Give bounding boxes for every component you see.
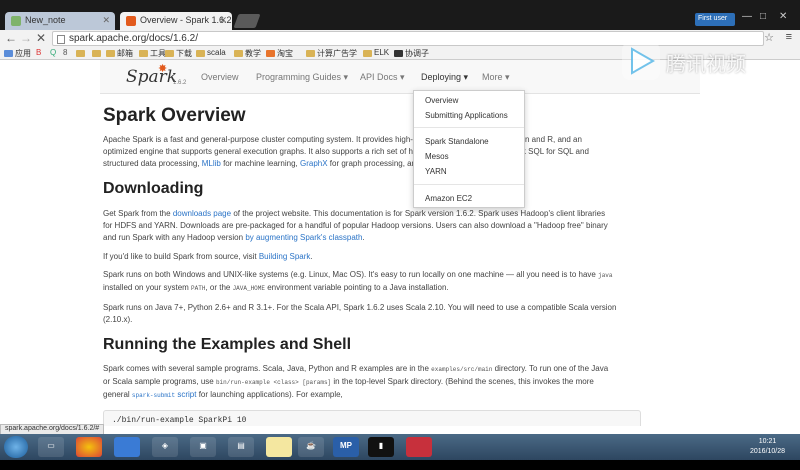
- os-paragraph: Spark runs on both Windows and UNIX-like…: [103, 270, 613, 292]
- code-block: ./bin/run-example SparkPi 10: [103, 410, 641, 426]
- running-paragraph: Spark comes with several sample programs…: [103, 364, 609, 399]
- intro-paragraph: Apache Spark is a fast and general-purpo…: [103, 135, 589, 168]
- page-icon: [57, 35, 65, 44]
- java-paragraph: Spark runs on Java 7+, Python 2.6+ and R…: [103, 303, 617, 324]
- system-clock[interactable]: 10:21 2016/10/28: [750, 437, 785, 457]
- graphx-link[interactable]: GraphX: [300, 159, 328, 168]
- java-icon[interactable]: ☕: [298, 437, 324, 457]
- spark-version: 1.6.2: [173, 80, 187, 86]
- tab-title: New_note: [25, 15, 66, 25]
- watermark-text: 腾讯视频: [666, 54, 746, 76]
- browser-tab-strip: New_note ✕ Overview - Spark 1.6.2 ✕ Firs…: [0, 0, 800, 30]
- address-url: spark.apache.org/docs/1.6.2/: [69, 33, 198, 44]
- tab-title: Overview - Spark 1.6.2: [140, 15, 232, 25]
- nav-more[interactable]: More ▾: [482, 72, 510, 83]
- minimize-icon[interactable]: —: [742, 11, 752, 22]
- back-arrow-icon[interactable]: ←: [5, 31, 17, 45]
- nav-overview[interactable]: Overview: [201, 72, 239, 82]
- mp-app-icon[interactable]: MP: [333, 437, 359, 457]
- clock-time: 10:21: [758, 438, 777, 445]
- bookmark-8[interactable]: 8: [63, 48, 67, 57]
- classpath-link[interactable]: by augmenting Spark's classpath: [245, 233, 362, 242]
- nav-api-docs[interactable]: API Docs ▾: [360, 72, 405, 83]
- page-title: Spark Overview: [103, 105, 246, 126]
- nav-programming-guides[interactable]: Programming Guides ▾: [256, 72, 348, 83]
- new-tab-button[interactable]: [233, 14, 261, 28]
- menu-divider: [414, 184, 524, 185]
- deploying-dropdown-menu: Overview Submitting Applications Spark S…: [413, 90, 525, 208]
- close-tab-icon[interactable]: ✕: [102, 15, 110, 26]
- app-icon[interactable]: [114, 437, 140, 457]
- tab-spark-overview[interactable]: Overview - Spark 1.6.2 ✕: [120, 12, 232, 30]
- letterbox-bar: [0, 460, 800, 470]
- clock-date: 2016/10/28: [750, 448, 786, 455]
- screen: New_note ✕ Overview - Spark 1.6.2 ✕ Firs…: [0, 0, 800, 470]
- spark-submit-link[interactable]: spark-submit: [132, 392, 175, 399]
- bookmark-taobao[interactable]: 淘宝: [266, 48, 293, 59]
- web-page: Spark ✸ 1.6.2 Overview Programming Guide…: [0, 60, 800, 426]
- bookmark-elk[interactable]: ELK: [363, 48, 389, 57]
- bookmark-downloads[interactable]: 下载: [165, 48, 192, 59]
- menu-item-yarn[interactable]: YARN: [425, 167, 447, 176]
- heading-downloading: Downloading: [103, 180, 204, 197]
- spark-navbar: Spark ✸ 1.6.2 Overview Programming Guide…: [100, 60, 700, 94]
- start-button[interactable]: [4, 436, 28, 458]
- spark-logo[interactable]: Spark: [126, 67, 177, 87]
- app-icon[interactable]: ▣: [190, 437, 216, 457]
- terminal-icon[interactable]: ▮: [368, 437, 394, 457]
- nav-deploying[interactable]: Deploying ▾: [421, 72, 468, 83]
- bookmark-apps[interactable]: 应用: [4, 48, 31, 59]
- explorer-icon[interactable]: ▭: [38, 437, 64, 457]
- menu-item-mesos[interactable]: Mesos: [425, 152, 449, 161]
- maximize-icon[interactable]: □: [760, 11, 766, 22]
- chrome-icon[interactable]: [76, 437, 102, 457]
- close-window-icon[interactable]: ✕: [779, 11, 787, 22]
- intellij-icon[interactable]: [406, 437, 432, 457]
- menu-icon[interactable]: ≡: [786, 31, 792, 43]
- spark-star-icon: ✸: [158, 63, 168, 75]
- notepad-icon[interactable]: [266, 437, 292, 457]
- menu-divider: [414, 127, 524, 128]
- tencent-video-logo-icon: [622, 42, 660, 80]
- windows-taskbar: ▭ ◈ ▣ ▤ ☕ MP ▮ 10:21 2016/10/28: [0, 434, 800, 460]
- heading-running-examples: Running the Examples and Shell: [103, 336, 352, 353]
- virtualbox-icon[interactable]: ◈: [152, 437, 178, 457]
- mllib-link[interactable]: MLlib: [202, 159, 221, 168]
- bookmark-q[interactable]: Q: [50, 48, 56, 57]
- app-icon[interactable]: ▤: [228, 437, 254, 457]
- menu-item-submitting-applications[interactable]: Submitting Applications: [425, 111, 508, 120]
- bookmark-mailbox[interactable]: 邮箱: [106, 48, 133, 59]
- forward-arrow-icon[interactable]: →: [20, 31, 32, 45]
- building-spark-link[interactable]: Building Spark: [259, 252, 311, 261]
- menu-item-spark-standalone[interactable]: Spark Standalone: [425, 137, 489, 146]
- menu-item-overview[interactable]: Overview: [425, 96, 458, 105]
- stop-loading-icon[interactable]: ✕: [36, 31, 46, 45]
- bookmark-computational-ads[interactable]: 计算广告学: [306, 48, 357, 59]
- menu-item-amazon-ec2[interactable]: Amazon EC2: [425, 194, 472, 203]
- bookmark-tools[interactable]: 工具: [139, 48, 166, 59]
- bookmark-teaching[interactable]: 教学: [234, 48, 261, 59]
- video-watermark: 腾讯视频: [622, 42, 782, 82]
- downloading-paragraph: Get Spark from the downloads page of the…: [103, 209, 608, 242]
- script-link[interactable]: script: [175, 390, 196, 399]
- tab-new-note[interactable]: New_note ✕: [5, 12, 115, 30]
- note-favicon-icon: [11, 16, 21, 26]
- bookmark-scala[interactable]: scala: [196, 48, 226, 57]
- window-user-badge[interactable]: First user: [695, 13, 735, 26]
- spark-favicon-icon: [126, 16, 136, 26]
- build-paragraph: If you'd like to build Spark from source…: [103, 252, 313, 261]
- bookmark-b[interactable]: B: [36, 48, 41, 57]
- bookmark-coordinator[interactable]: 协调子: [394, 48, 429, 59]
- downloads-page-link[interactable]: downloads page: [173, 209, 231, 218]
- close-tab-icon[interactable]: ✕: [219, 15, 227, 26]
